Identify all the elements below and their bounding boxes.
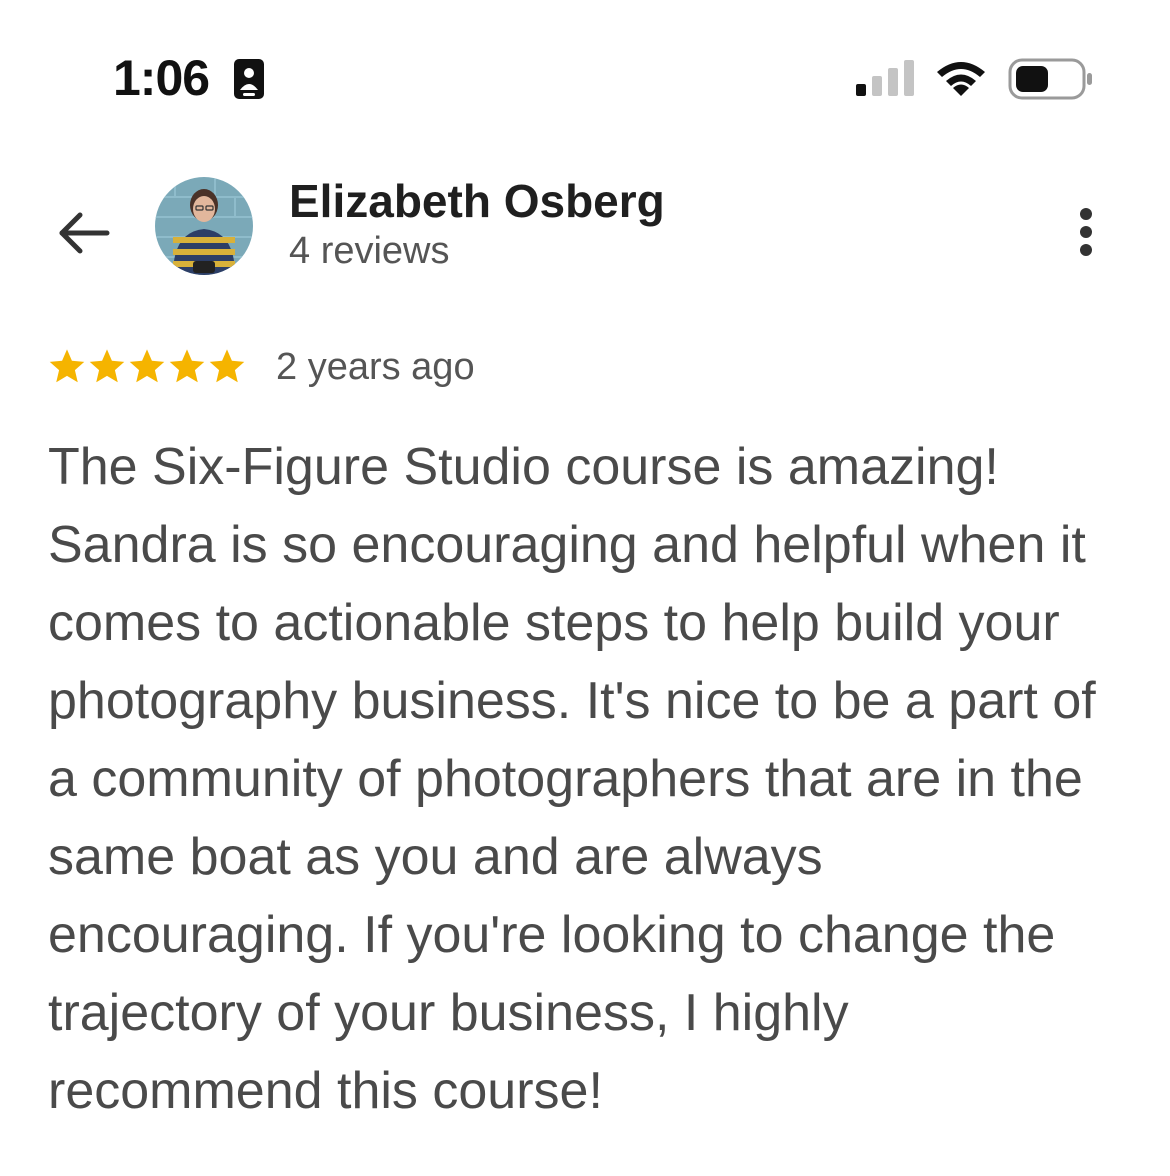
status-time: 1:06 xyxy=(113,50,210,106)
review-text: The Six-Figure Studio course is amazing!… xyxy=(48,438,1096,1120)
more-vertical-icon xyxy=(1080,208,1092,256)
id-card-icon xyxy=(234,59,264,99)
review-detail-screen: 1:06 Elizabeth Osberg 4 reviews 2 years … xyxy=(0,0,1170,1176)
battery-icon xyxy=(1008,58,1092,100)
reviewer-name[interactable]: Elizabeth Osberg xyxy=(289,172,665,230)
review-date: 2 years ago xyxy=(276,346,475,388)
back-button[interactable] xyxy=(52,202,114,264)
star-icon xyxy=(49,349,85,383)
review-count: 4 reviews xyxy=(289,230,450,272)
more-options-button[interactable] xyxy=(1062,200,1110,264)
star-icon xyxy=(129,349,165,383)
cellular-signal-icon xyxy=(856,60,914,96)
star-icon xyxy=(89,349,125,383)
arrow-left-icon xyxy=(59,212,110,254)
star-icon xyxy=(209,349,245,383)
wifi-icon xyxy=(937,62,985,96)
reviewer-photo xyxy=(155,177,253,275)
star-rating xyxy=(48,346,246,388)
avatar[interactable] xyxy=(155,177,253,275)
star-icon xyxy=(169,349,205,383)
